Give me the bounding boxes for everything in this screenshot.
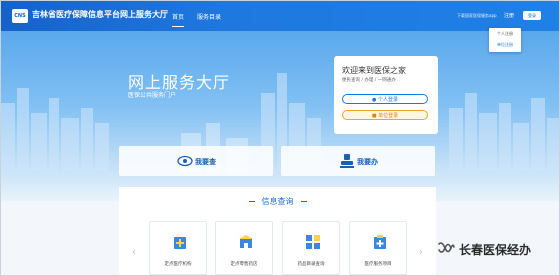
wechat-channel-icon bbox=[438, 242, 455, 253]
site-title[interactable]: 吉林省医疗保障信息平台网上服务大厅 bbox=[32, 9, 168, 20]
handle-action-button[interactable]: 我要办 bbox=[281, 146, 435, 176]
medical-service-icon bbox=[374, 235, 386, 249]
info-query-section: 信息查询 定点医疗机构 定点零售药店 药品目录查询 医疗服务项目 bbox=[119, 187, 436, 275]
info-card-label: 定点医疗机构 bbox=[164, 262, 192, 267]
info-card-hospital[interactable]: 定点医疗机构 bbox=[149, 221, 207, 275]
top-header: CNS 吉林省医疗保障信息平台网上服务大厅 首页 服务目录 下载国家医保服务ap… bbox=[1, 1, 559, 31]
nav-service-catalog[interactable]: 服务目录 bbox=[197, 12, 221, 21]
welcome-subtitle: 便民查询 / 办理 / 一网通办 bbox=[342, 78, 396, 83]
eye-icon bbox=[177, 155, 193, 167]
handle-action-label: 我要办 bbox=[357, 158, 378, 166]
query-action-button[interactable]: 我要查 bbox=[119, 146, 273, 176]
user-icon: ● bbox=[372, 97, 377, 103]
welcome-panel: 欢迎来到医保之家 便民查询 / 办理 / 一网通办 ● 个人登录 ■ 单位登录 bbox=[334, 56, 438, 134]
stamp-icon bbox=[340, 154, 354, 168]
info-card-drug-catalog[interactable]: 药品目录查询 bbox=[282, 221, 340, 275]
info-card-pharmacy[interactable]: 定点零售药店 bbox=[215, 221, 273, 275]
info-section-title: 信息查询 bbox=[119, 196, 436, 207]
title-dash-left bbox=[248, 201, 255, 202]
welcome-title: 欢迎来到医保之家 bbox=[342, 66, 406, 75]
cns-logo: CNS bbox=[12, 9, 28, 23]
hero-banner: 网上服务大厅 医保公共服务门户 bbox=[1, 31, 559, 201]
personal-login-label: 个人登录 bbox=[377, 97, 398, 103]
nav-home[interactable]: 首页 bbox=[172, 12, 185, 27]
dropdown-item-unit-register[interactable]: 单位注册 bbox=[489, 41, 521, 49]
hospital-icon bbox=[174, 237, 186, 249]
watermark-text: 长春医保经办 bbox=[459, 243, 532, 257]
personal-login-button[interactable]: ● 个人登录 bbox=[342, 94, 428, 104]
login-button[interactable]: 登录 bbox=[523, 11, 541, 20]
city-skyline-illustration bbox=[1, 73, 559, 173]
info-card-medical-service[interactable]: 医疗服务项目 bbox=[349, 221, 407, 275]
hero-subtitle: 医保公共服务门户 bbox=[128, 92, 177, 99]
browser-frame: CNS 吉林省医疗保障信息平台网上服务大厅 首页 服务目录 下载国家医保服务ap… bbox=[0, 0, 560, 276]
carousel-prev-arrow[interactable]: ‹ bbox=[132, 247, 136, 258]
unit-login-button[interactable]: ■ 单位登录 bbox=[342, 110, 428, 120]
unit-login-label: 单位登录 bbox=[378, 113, 399, 119]
query-action-label: 我要查 bbox=[195, 158, 216, 166]
info-title-text: 信息查询 bbox=[261, 197, 294, 206]
info-card-label: 定点零售药店 bbox=[230, 262, 258, 267]
building-icon: ■ bbox=[371, 113, 377, 119]
download-app-link[interactable]: 下载国家医保服务app bbox=[457, 13, 497, 19]
info-card-label: 医疗服务项目 bbox=[364, 262, 392, 267]
carousel-next-arrow[interactable]: › bbox=[419, 247, 423, 258]
info-card-label: 药品目录查询 bbox=[297, 262, 325, 267]
dropdown-item-personal-register[interactable]: 个人注册 bbox=[489, 30, 521, 38]
register-dropdown: 个人注册 单位注册 bbox=[489, 28, 521, 52]
drug-catalog-icon bbox=[306, 235, 320, 249]
pharmacy-icon bbox=[239, 235, 253, 248]
register-link[interactable]: 注册 bbox=[504, 12, 514, 19]
title-dash-right bbox=[300, 201, 307, 202]
